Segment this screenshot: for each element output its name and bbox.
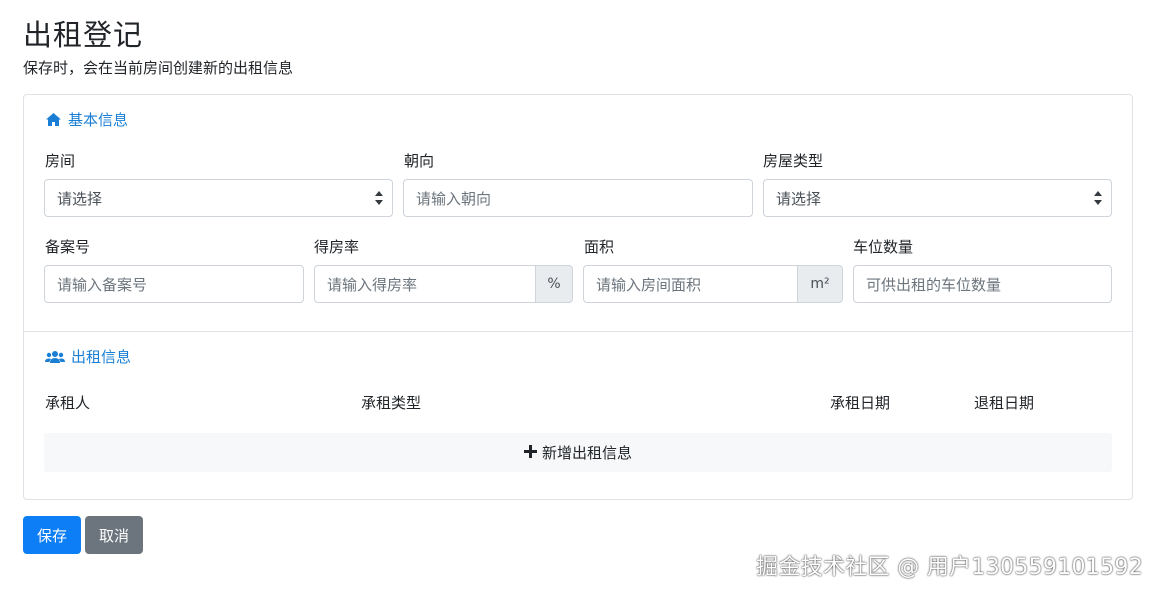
percent-addon: % — [535, 265, 573, 303]
form-card: 基本信息 房间 朝向 房屋类型 请选择 请输入朝向 请选择 备案号 得房率 面积… — [23, 94, 1133, 500]
orientation-label: 朝向 — [404, 152, 435, 170]
house-type-label: 房屋类型 — [763, 152, 824, 170]
save-button[interactable]: 保存 — [23, 516, 81, 554]
page-subtitle: 保存时，会在当前房间创建新的出租信息 — [23, 59, 294, 77]
select-caret-icon — [375, 191, 383, 205]
area-label: 面积 — [584, 238, 615, 256]
column-rental-type: 承租类型 — [361, 394, 422, 412]
add-rental-button[interactable]: 新增出租信息 — [44, 433, 1112, 472]
occupancy-rate-group: 请输入得房率 % — [314, 265, 573, 303]
watermark: 掘金技术社区 @ 用户130559101592 — [756, 555, 1143, 580]
house-type-select[interactable]: 请选择 — [763, 179, 1112, 217]
cancel-button[interactable]: 取消 — [85, 516, 143, 554]
square-meter-addon: m² — [797, 265, 843, 303]
occupancy-rate-placeholder: 请输入得房率 — [327, 275, 418, 294]
area-input[interactable]: 请输入房间面积 — [583, 265, 797, 303]
select-caret-icon — [1094, 191, 1102, 205]
basic-info-heading: 基本信息 — [45, 109, 128, 130]
column-start-date: 承租日期 — [830, 394, 891, 412]
rental-info-title: 出租信息 — [71, 348, 132, 366]
orientation-placeholder: 请输入朝向 — [416, 189, 492, 208]
parking-input[interactable]: 可供出租的车位数量 — [853, 265, 1112, 303]
room-select-value: 请选择 — [57, 189, 103, 208]
parking-placeholder: 可供出租的车位数量 — [866, 275, 1002, 294]
record-no-input[interactable]: 请输入备案号 — [44, 265, 304, 303]
home-icon — [45, 112, 62, 127]
record-no-label: 备案号 — [45, 238, 91, 256]
column-tenant: 承租人 — [45, 394, 91, 412]
area-group: 请输入房间面积 m² — [583, 265, 843, 303]
area-placeholder: 请输入房间面积 — [596, 275, 702, 294]
basic-info-title: 基本信息 — [68, 111, 129, 129]
page-title: 出租登记 — [23, 18, 144, 52]
section-divider — [24, 331, 1132, 332]
plus-icon — [523, 444, 537, 462]
parking-label: 车位数量 — [853, 238, 914, 256]
rental-info-heading: 出租信息 — [45, 346, 131, 367]
users-icon — [45, 350, 65, 364]
add-rental-label: 新增出租信息 — [541, 444, 632, 462]
room-label: 房间 — [45, 152, 76, 170]
room-select[interactable]: 请选择 — [44, 179, 393, 217]
record-no-placeholder: 请输入备案号 — [57, 275, 148, 294]
orientation-input[interactable]: 请输入朝向 — [403, 179, 753, 217]
occupancy-rate-label: 得房率 — [314, 238, 360, 256]
occupancy-rate-input[interactable]: 请输入得房率 — [314, 265, 535, 303]
house-type-select-value: 请选择 — [776, 189, 822, 208]
column-end-date: 退租日期 — [974, 394, 1035, 412]
